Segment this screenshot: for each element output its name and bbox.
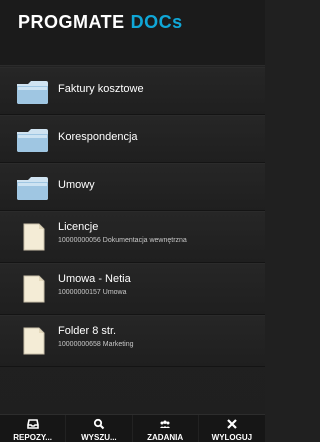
search-icon: [93, 418, 105, 430]
nav-search-label: WYSZU...: [81, 433, 117, 442]
document-list-item[interactable]: Licencje 10000000056 Dokumentacja wewnęt…: [0, 211, 265, 263]
nav-search-button[interactable]: WYSZU...: [66, 415, 133, 442]
document-list-item[interactable]: Folder 8 str. 10000000658 Marketing: [0, 315, 265, 367]
users-icon: [159, 418, 171, 430]
nav-logout-button[interactable]: WYLOGUJ: [199, 415, 265, 442]
folder-label: Korespondencja: [58, 131, 138, 143]
close-icon: [226, 418, 238, 430]
document-title: Umowa - Netia: [58, 273, 131, 285]
document-title: Folder 8 str.: [58, 325, 117, 337]
document-list-item[interactable]: Umowa - Netia 10000000157 Umowa: [0, 263, 265, 315]
folder-label: Umowy: [58, 179, 95, 191]
nav-repository-label: REPOZY...: [13, 433, 52, 442]
folder-list-item[interactable]: Umowy: [0, 163, 265, 211]
folder-icon: [16, 175, 49, 201]
document-meta: 10000000157 Umowa: [58, 289, 127, 296]
document-icon: [22, 326, 46, 356]
mobile-app: PROGMATE DOCs Faktury kosztowe Korespond…: [0, 0, 265, 442]
nav-tasks-button[interactable]: ZADANIA: [133, 415, 199, 442]
document-meta: 10000000658 Marketing: [58, 341, 134, 348]
nav-repository-button[interactable]: REPOZY...: [0, 415, 67, 442]
inbox-icon: [26, 418, 39, 430]
document-meta: 10000000056 Dokumentacja wewnętrzna: [58, 237, 187, 244]
folder-icon: [16, 127, 49, 153]
nav-tasks-label: ZADANIA: [147, 433, 184, 442]
folder-label: Faktury kosztowe: [58, 83, 144, 95]
folder-icon: [16, 79, 49, 105]
document-icon: [22, 222, 46, 252]
repository-list: Faktury kosztowe Korespondencja Umowy Li…: [0, 67, 265, 412]
folder-list-item[interactable]: Faktury kosztowe: [0, 67, 265, 115]
app-header: PROGMATE DOCs: [0, 0, 265, 66]
document-title: Licencje: [58, 221, 99, 233]
document-icon: [22, 274, 46, 304]
brand-accent-text: DOCs: [130, 12, 183, 32]
folder-list-item[interactable]: Korespondencja: [0, 115, 265, 163]
brand-main-text: PROGMATE: [18, 12, 125, 32]
app-logo: PROGMATE DOCs: [18, 12, 183, 38]
bottom-navigation: REPOZY... WYSZU... ZADANIA WYLOGUJ: [0, 414, 265, 442]
nav-logout-label: WYLOGUJ: [211, 433, 253, 442]
